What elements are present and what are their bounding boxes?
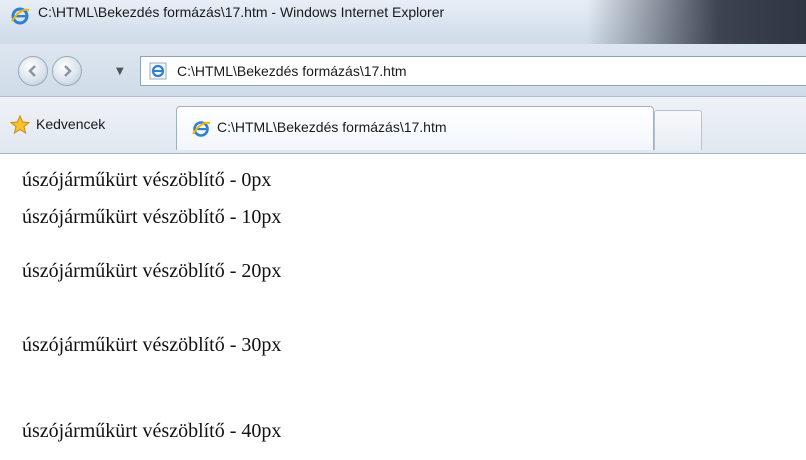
forward-button[interactable] xyxy=(52,56,82,86)
tab-label: C:\HTML\Bekezdés formázás\17.htm xyxy=(217,119,447,135)
window-title: C:\HTML\Bekezdés formázás\17.htm - Windo… xyxy=(38,4,445,20)
recent-pages-dropdown[interactable]: ▼ xyxy=(116,66,124,77)
ie-tab-icon xyxy=(192,121,211,137)
favorites-bar: Kedvencek C:\HTML\Bekezdés formázás\17.h… xyxy=(0,97,806,154)
favorites-label: Kedvencek xyxy=(36,116,106,132)
paragraph-line: úszójárműkürt vészöblítő - 30px xyxy=(22,334,282,356)
paragraph-line: úszójárműkürt vészöblítő - 40px xyxy=(22,420,282,442)
back-arrow-icon xyxy=(28,65,36,77)
address-text: C:\HTML\Bekezdés formázás\17.htm xyxy=(177,63,407,79)
navigation-bar: ▼ C:\HTML\Bekezdés formázás\17.htm xyxy=(0,44,806,97)
page-content: úszójárműkürt vészöblítő - 0px úszójármű… xyxy=(0,154,806,460)
paragraph-line: úszójárműkürt vészöblítő - 20px xyxy=(22,260,282,282)
address-bar[interactable]: C:\HTML\Bekezdés formázás\17.htm xyxy=(140,56,806,86)
ie-logo-icon xyxy=(11,7,30,25)
star-icon xyxy=(10,115,30,135)
back-button[interactable] xyxy=(18,56,48,86)
ie-page-icon xyxy=(149,62,167,80)
forward-arrow-icon xyxy=(64,65,72,77)
paragraph-line: úszójárműkürt vészöblítő - 0px xyxy=(22,169,272,191)
tab-current-page[interactable]: C:\HTML\Bekezdés formázás\17.htm xyxy=(176,106,654,150)
title-bar: C:\HTML\Bekezdés formázás\17.htm - Windo… xyxy=(0,0,806,44)
title-bar-shade xyxy=(586,0,806,44)
paragraph-line: úszójárműkürt vészöblítő - 10px xyxy=(22,206,282,228)
new-tab-button[interactable] xyxy=(654,110,702,150)
